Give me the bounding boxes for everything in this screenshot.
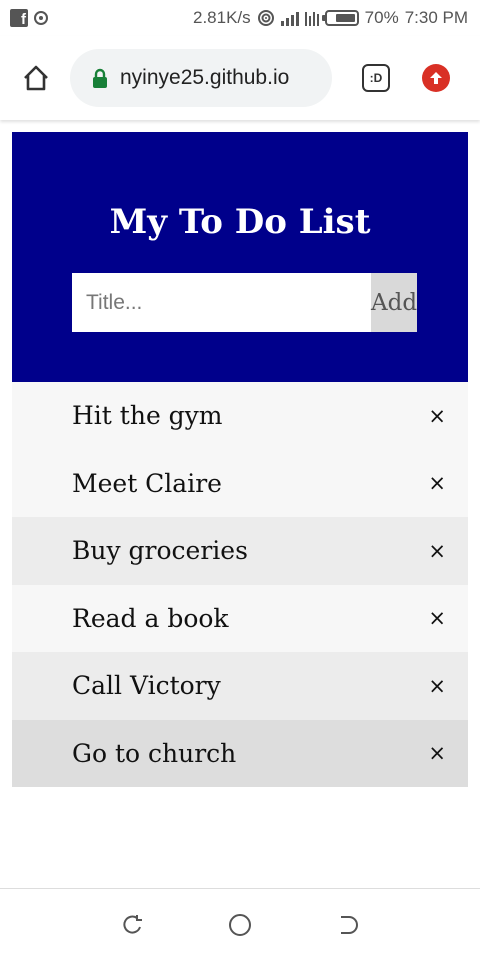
- status-left: f: [10, 9, 48, 27]
- add-button[interactable]: Add: [371, 273, 418, 333]
- system-nav-bar: [0, 888, 480, 960]
- recents-icon[interactable]: [335, 913, 359, 937]
- page-title: My To Do List: [109, 202, 371, 242]
- add-row: Add: [72, 273, 418, 333]
- battery-icon: [321, 10, 359, 26]
- battery-percent: 70%: [364, 8, 399, 27]
- close-icon[interactable]: ×: [428, 471, 446, 495]
- title-input[interactable]: [72, 273, 371, 333]
- todo-item[interactable]: Go to church ×: [12, 719, 468, 787]
- lock-icon: [93, 68, 107, 88]
- todo-item[interactable]: Hit the gym ×: [12, 382, 468, 450]
- todo-item-text: Buy groceries: [72, 536, 248, 566]
- tab-switcher-icon[interactable]: :D: [362, 64, 390, 92]
- network-speed: 2.81K/s: [193, 8, 251, 27]
- todo-item[interactable]: Call Victory ×: [12, 652, 468, 720]
- todo-item-text: Meet Claire: [72, 468, 222, 498]
- close-icon[interactable]: ×: [428, 539, 446, 563]
- hotspot-icon: [257, 10, 274, 26]
- close-icon[interactable]: ×: [428, 404, 446, 428]
- home-icon[interactable]: [18, 60, 54, 96]
- back-icon[interactable]: [121, 913, 145, 937]
- browser-toolbar: nyinye25.github.io :D: [0, 36, 480, 120]
- todo-app: My To Do List Add Hit the gym×Meet Clair…: [12, 132, 468, 787]
- home-circle-icon[interactable]: [228, 913, 252, 937]
- url-text: nyinye25.github.io: [120, 66, 290, 89]
- todo-item-text: Read a book: [72, 603, 229, 633]
- close-icon[interactable]: ×: [428, 674, 446, 698]
- close-icon[interactable]: ×: [428, 606, 446, 630]
- facebook-icon: f: [10, 9, 28, 27]
- battery-level: [336, 14, 355, 22]
- address-bar[interactable]: nyinye25.github.io: [70, 49, 332, 107]
- record-icon: [34, 11, 48, 25]
- todo-header: My To Do List Add: [12, 132, 468, 382]
- status-right: 2.81K/s 70% 7:30 PM: [193, 8, 468, 28]
- todo-item-text: Hit the gym: [72, 401, 223, 431]
- todo-item[interactable]: Meet Claire ×: [12, 449, 468, 517]
- clock: 7:30 PM: [404, 8, 468, 27]
- todo-list: Hit the gym × Meet Claire × Buy groceries × Re…: [12, 382, 468, 787]
- status-bar: f 2.81K/s 70% 7:30 PM: [0, 0, 480, 36]
- signal-icon: [280, 10, 299, 26]
- data-icon: [304, 10, 319, 26]
- close-icon[interactable]: ×: [428, 741, 446, 765]
- todo-item-text: Call Victory: [72, 671, 221, 701]
- upload-icon[interactable]: [422, 64, 450, 92]
- todo-item[interactable]: Read a book ×: [12, 584, 468, 652]
- todo-item-text: Go to church: [72, 738, 237, 768]
- todo-item[interactable]: Buy groceries ×: [12, 517, 468, 585]
